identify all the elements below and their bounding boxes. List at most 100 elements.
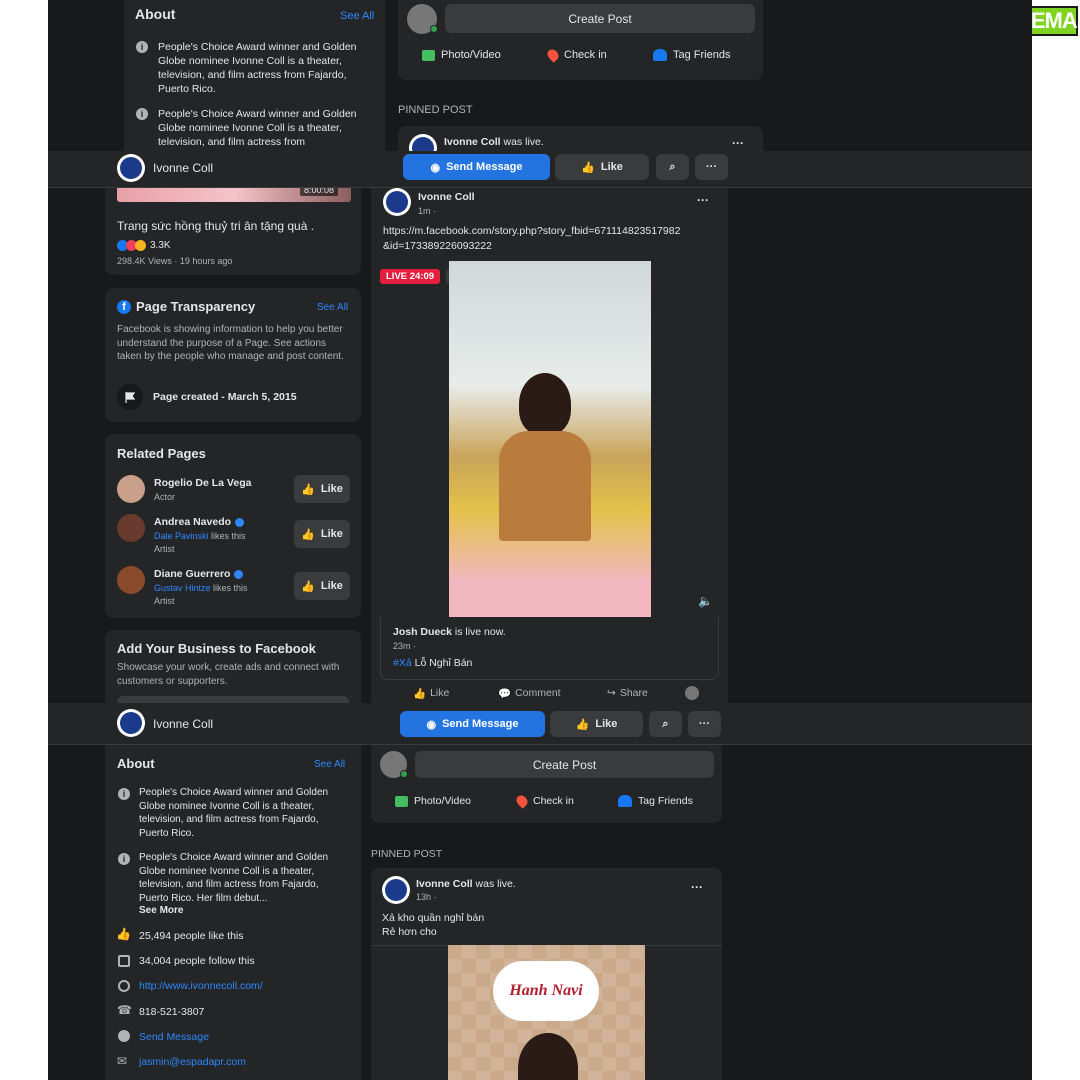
transparency-title: Page Transparency bbox=[136, 299, 256, 314]
pinned-was-live: was live. bbox=[503, 136, 544, 148]
related-like-button[interactable]: 👍 Like bbox=[294, 572, 350, 600]
shared-author[interactable]: Josh Dueck bbox=[393, 626, 452, 638]
email-icon: ✉ bbox=[117, 1054, 128, 1068]
related-avatar[interactable] bbox=[117, 566, 145, 594]
more-button[interactable]: ··· bbox=[688, 711, 721, 737]
more-button[interactable]: ··· bbox=[695, 154, 728, 180]
create-post-label: Create Post bbox=[568, 11, 632, 26]
tag-friends-button[interactable]: Tag Friends bbox=[653, 49, 730, 61]
page-avatar[interactable] bbox=[383, 188, 411, 216]
pinned-time[interactable]: 13h · bbox=[416, 892, 437, 902]
phone-number[interactable]: 818-521-3807 bbox=[139, 1006, 204, 1018]
post-share-button[interactable]: ↪ Share bbox=[607, 687, 648, 699]
live-video[interactable] bbox=[449, 261, 651, 617]
related-item: Rogelio De La Vega Actor 👍 Like bbox=[117, 475, 361, 515]
like-icon: 👍 bbox=[116, 927, 131, 941]
about-see-all[interactable]: See All bbox=[314, 759, 345, 770]
hashtag[interactable]: #Xả bbox=[393, 657, 412, 669]
friend-name[interactable]: Gustav Hintze bbox=[154, 583, 211, 593]
pinned-post-label: PINNED POST bbox=[398, 104, 473, 116]
haha-reaction-icon bbox=[135, 240, 146, 251]
like-page-button[interactable]: 👍 Like bbox=[550, 711, 643, 737]
audience-selector-icon[interactable] bbox=[685, 686, 699, 700]
related-name-row[interactable]: Andrea Navedo bbox=[154, 516, 245, 528]
pinned-post-card: Ivonne Coll was live. ··· bbox=[398, 126, 763, 152]
likes-count: 25,494 people like this bbox=[139, 930, 244, 942]
related-avatar[interactable] bbox=[117, 475, 145, 503]
thumbs-up-icon: 👍 bbox=[301, 483, 315, 496]
send-message-button[interactable]: ◉ Send Message bbox=[403, 154, 550, 180]
related-category: Artist bbox=[154, 596, 175, 606]
page-avatar[interactable] bbox=[117, 154, 145, 182]
pinned-author[interactable]: Ivonne Coll bbox=[416, 878, 473, 890]
verified-icon bbox=[235, 517, 245, 527]
post-time[interactable]: 1m · bbox=[418, 206, 436, 216]
page-avatar bbox=[409, 134, 437, 152]
verified-icon bbox=[234, 569, 244, 579]
post-author[interactable]: Ivonne Coll bbox=[418, 191, 475, 203]
like-page-button[interactable]: 👍 Like bbox=[555, 154, 649, 180]
follow-icon bbox=[118, 955, 130, 967]
more-options-icon[interactable]: ··· bbox=[691, 880, 703, 894]
tag-friends-icon bbox=[653, 49, 667, 61]
website-link[interactable]: http://www.ivonnecoll.com/ bbox=[139, 980, 263, 992]
pinned-text-2: Rẻ hơn cho bbox=[382, 926, 437, 938]
more-options-icon[interactable]: ··· bbox=[697, 193, 709, 207]
screenshot-bottom: Ivonne Coll ◉ Send Message 👍 Like ⌕ ··· Ab… bbox=[48, 703, 1032, 1080]
tag-friends-icon bbox=[618, 795, 632, 807]
about-card: About See All i People's Choice Award wi… bbox=[105, 745, 361, 1080]
post-comment-button[interactable]: 💬 Comment bbox=[498, 687, 561, 700]
search-icon: ⌕ bbox=[662, 717, 669, 730]
messenger-icon: ◉ bbox=[430, 161, 441, 174]
photo-video-button[interactable]: Photo/Video bbox=[395, 795, 471, 807]
like-label: Like bbox=[320, 483, 343, 495]
friend-name[interactable]: Dale Pavinski bbox=[154, 531, 209, 541]
check-in-button[interactable]: Check in bbox=[514, 793, 574, 809]
tag-friends-button[interactable]: Tag Friends bbox=[618, 795, 693, 807]
thumbs-up-icon: 👍 bbox=[413, 688, 427, 700]
related-pages-card: Related Pages Rogelio De La Vega Actor 👍… bbox=[105, 434, 361, 618]
related-category: Actor bbox=[154, 492, 176, 502]
create-post-button[interactable]: Create Post bbox=[445, 4, 755, 33]
page-avatar[interactable] bbox=[117, 709, 145, 737]
header-page-name: Ivonne Coll bbox=[153, 161, 214, 175]
page-avatar[interactable] bbox=[382, 876, 410, 904]
search-button[interactable]: ⌕ bbox=[656, 154, 689, 180]
see-more-link[interactable]: See More bbox=[139, 905, 183, 916]
header-page-name: Ivonne Coll bbox=[153, 717, 214, 731]
online-dot bbox=[430, 25, 438, 33]
related-avatar[interactable] bbox=[117, 514, 145, 542]
facebook-icon: f bbox=[117, 300, 131, 314]
send-message-label: Send Message bbox=[442, 718, 519, 730]
pinned-video[interactable]: Hanh Navi bbox=[448, 945, 645, 1080]
check-in-button[interactable]: Check in bbox=[545, 47, 607, 63]
pinned-author[interactable]: Ivonne Coll bbox=[444, 136, 501, 148]
like-label: Like bbox=[600, 161, 623, 173]
screenshot-top: About See All i People's Choice Award wi… bbox=[48, 0, 1032, 152]
send-message-button[interactable]: ◉ Send Message bbox=[400, 711, 545, 737]
post-link[interactable]: https://m.facebook.com/story.php?story_f… bbox=[383, 224, 683, 253]
related-like-button[interactable]: 👍 Like bbox=[294, 520, 350, 548]
related-name-row[interactable]: Diane Guerrero bbox=[154, 568, 244, 580]
create-post-label: Create Post bbox=[532, 757, 597, 772]
related-like-button[interactable]: 👍 Like bbox=[294, 475, 350, 503]
about-see-all[interactable]: See All bbox=[340, 10, 374, 22]
likes-this: likes this bbox=[211, 531, 246, 541]
send-message-link[interactable]: Send Message bbox=[139, 1031, 209, 1043]
location-pin-icon bbox=[514, 793, 530, 809]
create-post-button[interactable]: Create Post bbox=[415, 751, 714, 778]
more-icon: ··· bbox=[706, 161, 717, 173]
likes-this: likes this bbox=[213, 583, 248, 593]
shared-live-box[interactable]: Josh Dueck is live now. 23m · #Xả Lỗ Ngh… bbox=[380, 617, 719, 680]
more-options-icon[interactable]: ··· bbox=[732, 136, 744, 150]
search-button[interactable]: ⌕ bbox=[649, 711, 682, 737]
related-name[interactable]: Rogelio De La Vega bbox=[154, 477, 251, 489]
post-like-button[interactable]: 👍 Like bbox=[413, 687, 449, 700]
follows-count: 34,004 people follow this bbox=[139, 955, 255, 967]
transparency-see-all[interactable]: See All bbox=[317, 302, 348, 313]
photo-video-button[interactable]: Photo/Video bbox=[422, 49, 501, 61]
email-link[interactable]: jasmin@espadapr.com bbox=[139, 1056, 246, 1068]
mute-icon[interactable]: 🔈 bbox=[698, 594, 713, 608]
video-title[interactable]: Trang sức hồng thuỷ tri ân tặng quà . bbox=[117, 219, 314, 233]
video-reactions[interactable]: 3.3K bbox=[117, 240, 171, 251]
